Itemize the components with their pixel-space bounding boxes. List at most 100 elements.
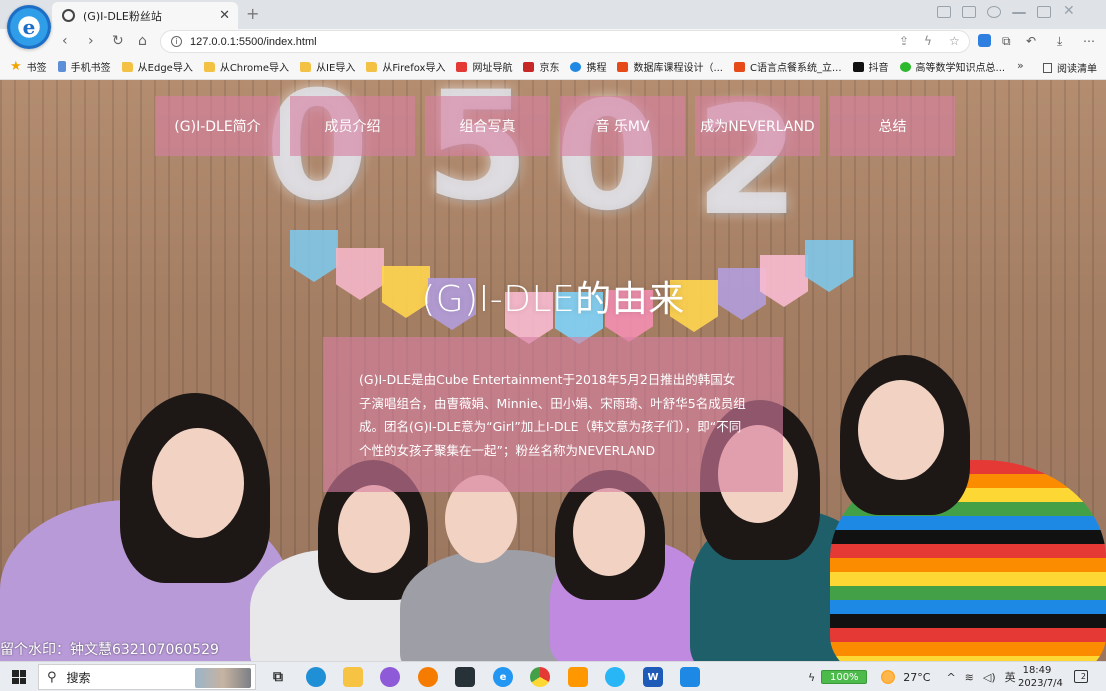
chrome-icon[interactable] xyxy=(530,667,550,687)
person-face xyxy=(152,428,244,538)
url-text[interactable]: 127.0.0.1:5500/index.html xyxy=(190,36,317,48)
folder-icon xyxy=(121,61,133,72)
battery-indicator[interactable]: 100% xyxy=(821,670,868,684)
bookmark-item[interactable]: 抖音 xyxy=(852,59,889,74)
maximize-icon[interactable] xyxy=(1037,6,1051,18)
intro-text: (G)I-DLE是由Cube Entertainment于2018年5月2日推出… xyxy=(359,372,746,458)
c-icon xyxy=(734,61,745,72)
bookmark-item[interactable]: 从Edge导入 xyxy=(121,59,193,74)
edge-icon[interactable] xyxy=(306,667,326,687)
page-title: (G)I-DLE的由来 xyxy=(421,279,685,320)
bookmark-item[interactable]: ★ 书签 xyxy=(10,59,47,74)
folder-icon xyxy=(366,61,378,72)
intro-panel: (G)I-DLE是由Cube Entertainment于2018年5月2日推出… xyxy=(323,337,783,492)
terminal-icon[interactable] xyxy=(455,667,475,687)
forward-icon[interactable]: › xyxy=(88,33,94,49)
browser-e-icon[interactable]: e xyxy=(493,667,513,687)
file-explorer-icon[interactable] xyxy=(343,667,363,687)
tab-close-icon[interactable]: ✕ xyxy=(219,8,230,23)
bookmark-item[interactable]: 从Firefox导入 xyxy=(366,59,445,74)
back-icon[interactable]: ‹ xyxy=(62,33,68,49)
home-icon[interactable]: ⌂ xyxy=(138,33,147,49)
menu-item-neverland[interactable]: 成为NEVERLAND xyxy=(695,96,820,156)
menu-item-summary[interactable]: 总结 xyxy=(830,96,955,156)
bookmark-item[interactable]: 网址导航 xyxy=(456,59,512,74)
task-view-icon[interactable]: ⧉ xyxy=(268,667,288,687)
jd-icon xyxy=(523,61,535,72)
undo-icon[interactable]: ↶ xyxy=(1026,34,1036,48)
douyin-icon xyxy=(852,61,864,72)
menu-item-members[interactable]: 成员介绍 xyxy=(290,96,415,156)
browser-tab[interactable]: (G)I-DLE粉丝站 ✕ xyxy=(52,2,238,29)
new-tab-button[interactable]: + xyxy=(246,4,259,23)
bookmark-item[interactable]: 从Chrome导入 xyxy=(203,59,289,74)
more-menu-icon[interactable]: ⋯ xyxy=(1083,34,1095,48)
person-face xyxy=(338,485,410,573)
bookmark-label: 携程 xyxy=(586,63,607,74)
bookmark-item[interactable]: C语言点餐系统_立... xyxy=(734,59,842,74)
word-icon[interactable]: W xyxy=(643,667,663,687)
window-settings-icon[interactable] xyxy=(987,6,1001,18)
reading-list-button[interactable]: 阅读清单 xyxy=(1043,60,1097,75)
clock-time: 18:49 xyxy=(1022,665,1052,676)
translate-icon[interactable] xyxy=(978,34,991,47)
lightning-icon[interactable]: ϟ xyxy=(924,34,932,48)
watermark-text: 留个水印：钟文慧632107060529 xyxy=(0,642,219,658)
wifi-icon[interactable]: ≋ xyxy=(965,671,974,684)
extensions-icon[interactable]: ⧉ xyxy=(1002,34,1011,49)
charging-icon: ϟ xyxy=(808,670,816,684)
wechat-icon xyxy=(899,61,911,72)
menu-item-intro[interactable]: (G)I-DLE简介 xyxy=(155,96,280,156)
notification-icon[interactable]: 2 xyxy=(1074,670,1088,683)
bookmark-item[interactable]: 携程 xyxy=(570,59,606,74)
bookmark-label: 网址导航 xyxy=(472,63,513,74)
app-circle-icon[interactable] xyxy=(605,667,625,687)
chevron-up-icon[interactable]: ^ xyxy=(946,671,955,684)
address-bar[interactable]: i 127.0.0.1:5500/index.html ⇪ ϟ ☆ xyxy=(160,30,970,53)
page-content: 0 5 0 2 (G)I-DLE简介 成员介绍 组合写真 音 乐MV 成为NEV… xyxy=(0,80,1106,661)
windows-start-icon[interactable] xyxy=(12,670,26,684)
window-collection-icon[interactable] xyxy=(962,6,976,18)
bookmark-item[interactable]: 手机书签 xyxy=(57,59,111,74)
site-info-icon[interactable]: i xyxy=(171,36,182,47)
weather-temperature[interactable]: 27°C xyxy=(903,671,930,684)
weather-sun-icon[interactable] xyxy=(881,670,896,684)
bookmark-item[interactable]: 数据库课程设计（... xyxy=(617,59,723,74)
tab-bar: (G)I-DLE粉丝站 ✕ + ✕ xyxy=(0,0,1106,29)
bookmark-item[interactable]: 高等数学知识点总... xyxy=(899,59,1006,74)
bookmark-item[interactable]: 京东 xyxy=(523,59,559,74)
app-orange-icon[interactable] xyxy=(568,667,588,687)
share-icon[interactable]: ⇪ xyxy=(899,34,909,48)
reload-icon[interactable]: ↻ xyxy=(112,33,124,49)
vscode-icon[interactable] xyxy=(680,667,700,687)
minimize-icon[interactable] xyxy=(1012,12,1026,14)
bookmarks-bar: ★ 书签 手机书签 从Edge导入 从Chrome导入 从IE导入 从Firef… xyxy=(0,54,1106,80)
download-icon[interactable]: ⤓ xyxy=(1057,34,1062,49)
bookmark-label: 从Edge导入 xyxy=(137,63,193,74)
close-window-icon[interactable]: ✕ xyxy=(1063,3,1077,19)
bookmarks-more-icon[interactable]: » xyxy=(1017,59,1024,72)
menu-item-photos[interactable]: 组合写真 xyxy=(425,96,550,156)
nav-site-icon xyxy=(456,61,468,72)
navigation-bar: ‹ › ↻ ⌂ i 127.0.0.1:5500/index.html ⇪ ϟ … xyxy=(0,29,1106,54)
app-purple-icon[interactable] xyxy=(380,667,400,687)
volume-icon[interactable]: ◁) xyxy=(983,671,996,684)
ctrip-icon xyxy=(570,61,582,72)
window-tile-icon[interactable] xyxy=(937,6,951,18)
clock[interactable]: 18:49 2023/7/4 xyxy=(1018,664,1063,690)
bookmark-label: 抖音 xyxy=(868,63,889,74)
bookmark-label: 书签 xyxy=(26,63,47,74)
bookmark-label: 手机书签 xyxy=(70,63,111,74)
ime-indicator[interactable]: 英 xyxy=(1005,669,1016,685)
bookmark-label: 从IE导入 xyxy=(316,63,356,74)
bookmark-label: C语言点餐系统_立... xyxy=(750,63,842,74)
search-placeholder: 搜索 xyxy=(66,670,91,685)
bookmark-item[interactable]: 从IE导入 xyxy=(300,59,355,74)
menu-item-mv[interactable]: 音 乐MV xyxy=(560,96,685,156)
main-menu: (G)I-DLE简介 成员介绍 组合写真 音 乐MV 成为NEVERLAND 总… xyxy=(155,96,955,156)
taskbar-search[interactable]: ⚲ 搜索 xyxy=(38,664,256,690)
bookmark-label: 高等数学知识点总... xyxy=(915,63,1006,74)
favorite-star-icon[interactable]: ☆ xyxy=(949,34,960,48)
clock-date: 2023/7/4 xyxy=(1018,678,1063,689)
firefox-icon[interactable] xyxy=(418,667,438,687)
